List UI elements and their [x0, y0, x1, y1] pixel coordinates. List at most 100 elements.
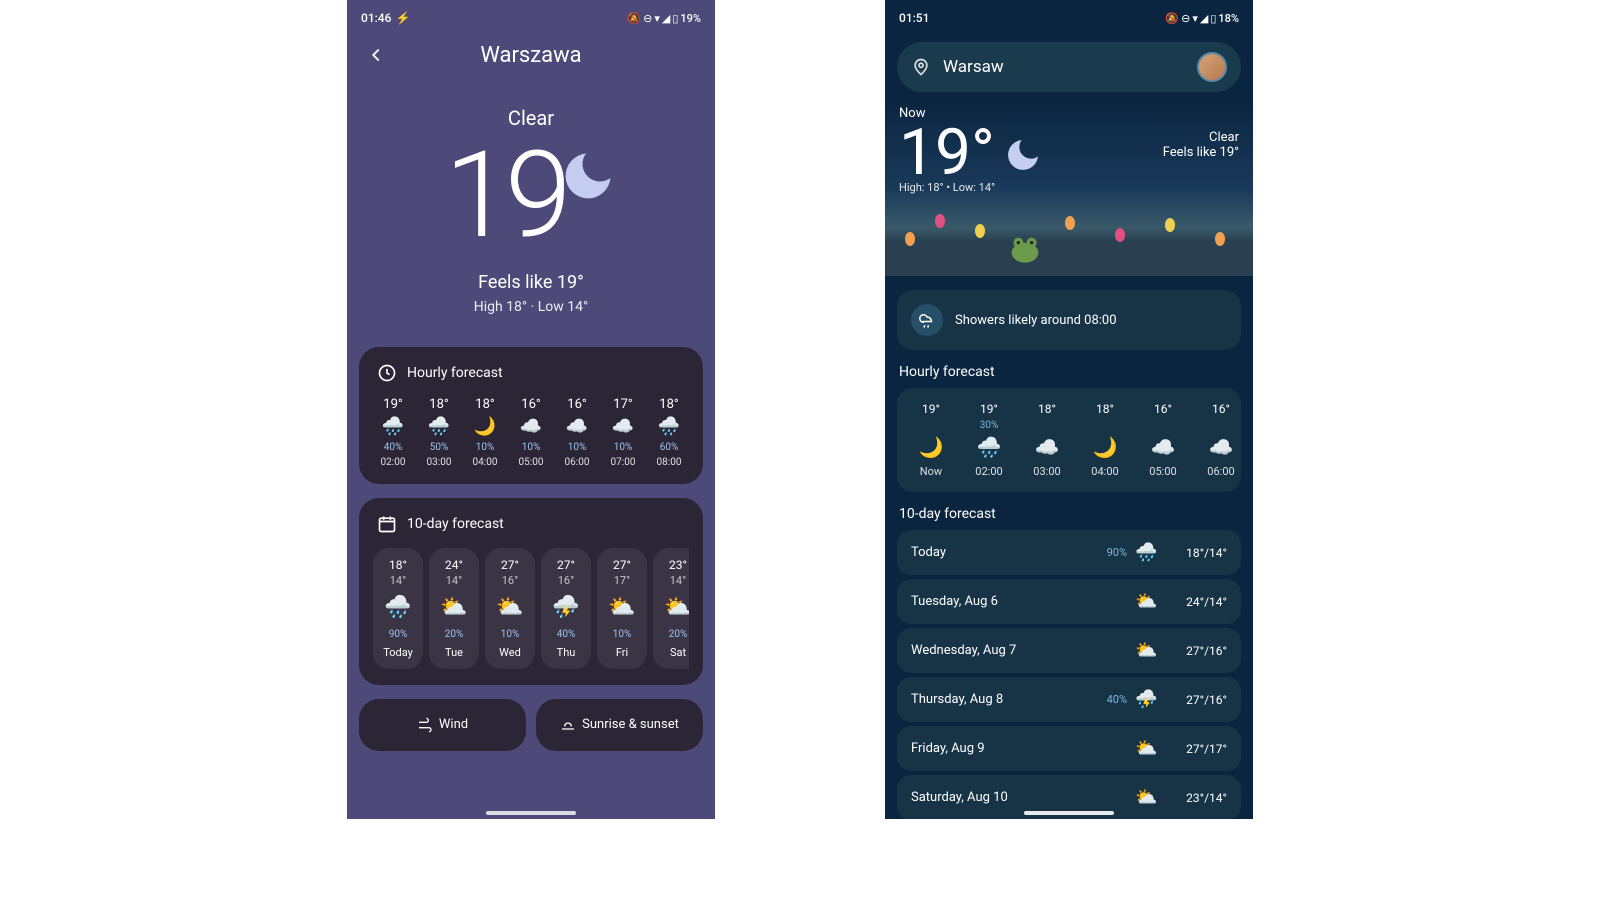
weather-icon: ☁️ [1035, 435, 1060, 459]
hour-time: 02:00 [975, 465, 1002, 478]
day-column[interactable]: 27° 17° ⛅ 10% Fri [597, 548, 647, 669]
weather-icon: ⛅ [496, 595, 523, 621]
day-column[interactable]: 27° 16° ⛅ 10% Wed [485, 548, 535, 669]
daily-row[interactable]: Today 90% 🌧️ 18°/14° [897, 530, 1241, 575]
day-low: 17° [614, 574, 630, 587]
home-indicator[interactable] [1024, 811, 1114, 815]
hour-temp: 18° [1038, 402, 1056, 416]
hour-time: 06:00 [1207, 465, 1234, 478]
hour-column[interactable]: 16° ☁️ 10% 06:00 [557, 397, 597, 468]
daily-forecast-list[interactable]: Today 90% 🌧️ 18°/14°Tuesday, Aug 6 ⛅ 24°… [897, 530, 1241, 819]
hero-temp: 19° [899, 121, 995, 185]
hour-column[interactable]: 18° ☁️ 03:00 [1021, 402, 1073, 478]
hourly-forecast-card[interactable]: Hourly forecast 19° 🌧️ 40% 02:0018° 🌧️ 5… [359, 347, 703, 484]
weather-icon: ☁️ [1151, 435, 1176, 459]
avatar[interactable] [1197, 52, 1227, 82]
hour-column[interactable]: 18° 🌙 10% 04:00 [465, 397, 505, 468]
hour-column[interactable]: 16° ☁️ 06:00 [1195, 402, 1241, 478]
weather-icon: 🌧️ [977, 435, 1002, 459]
hour-temp: 17° [613, 397, 632, 412]
current-weather: Clear 19 Feels like 19° High 18° · Low 1… [347, 78, 715, 333]
hour-column[interactable]: 19° 🌧️ 40% 02:00 [373, 397, 413, 468]
precip-chance: 20% [445, 629, 464, 640]
hour-time: Now [920, 465, 942, 478]
day-name: Friday, Aug 9 [911, 741, 1101, 756]
weather-alert[interactable]: Showers likely around 08:00 [897, 290, 1241, 350]
precip-chance: 40% [1101, 693, 1127, 706]
weather-icon: 🌧️ [658, 416, 680, 438]
dnd-icon: ⊖ [643, 12, 652, 25]
daily-row[interactable]: Friday, Aug 9 ⛅ 27°/17° [897, 726, 1241, 771]
day-column[interactable]: 27° 16° ⛈️ 40% Thu [541, 548, 591, 669]
hour-time: 03:00 [1033, 465, 1060, 478]
location-pin-icon [911, 57, 931, 77]
sunrise-icon [560, 717, 576, 733]
hero-feels-like: Feels like 19° [1163, 145, 1239, 160]
precip-chance: 30% [980, 420, 999, 431]
weather-icon: 🌧️ [384, 595, 411, 621]
status-time: 01:46 [361, 11, 391, 25]
daily-row[interactable]: Thursday, Aug 8 40% ⛈️ 27°/16° [897, 677, 1241, 722]
hour-column[interactable]: 18° 🌧️ 50% 03:00 [419, 397, 459, 468]
day-name: Wednesday, Aug 7 [911, 643, 1101, 658]
day-name: Saturday, Aug 10 [911, 790, 1101, 805]
day-hilo: 27°/17° [1175, 742, 1227, 756]
hour-column[interactable]: 16° ☁️ 05:00 [1137, 402, 1189, 478]
hour-time: 04:00 [473, 457, 498, 468]
city-title: Warszawa [347, 43, 715, 68]
weather-icon: ⛅ [664, 595, 689, 621]
hour-time: 04:00 [1091, 465, 1118, 478]
home-indicator[interactable] [486, 811, 576, 815]
precip-chance: 10% [501, 629, 520, 640]
rain-icon [918, 311, 936, 329]
hour-temp: 16° [1212, 402, 1230, 416]
alert-text: Showers likely around 08:00 [955, 313, 1117, 328]
hour-temp: 19° [980, 402, 998, 416]
hour-column[interactable]: 19° 🌙 Now [905, 402, 957, 478]
hourly-title: Hourly forecast [407, 365, 503, 381]
hourly-forecast-card[interactable]: 19° 🌙 Now19° 30% 🌧️ 02:0018° ☁️ 03:0018°… [897, 388, 1241, 492]
hour-temp: 19° [383, 397, 402, 412]
day-high: 18° [389, 558, 407, 572]
weather-icon: 🌧️ [1135, 542, 1157, 563]
sunrise-card[interactable]: Sunrise & sunset [536, 699, 703, 751]
hour-column[interactable]: 18° 🌧️ 60% 08:00 [649, 397, 689, 468]
precip-chance: 10% [614, 442, 633, 453]
hero-hilo: High: 18° • Low: 14° [899, 181, 1239, 194]
phone-left: 01:46 ⚡ 🔕 ⊖ ▾ ◢ ▯ 19% Warszawa Clear 19 … [347, 0, 715, 819]
hour-column[interactable]: 19° 30% 🌧️ 02:00 [963, 402, 1015, 478]
precip-chance: 50% [430, 442, 449, 453]
hour-column[interactable]: 16° ☁️ 10% 05:00 [511, 397, 551, 468]
day-hilo: 27°/16° [1175, 693, 1227, 707]
hour-time: 02:00 [381, 457, 406, 468]
feels-like: Feels like 19° [347, 272, 715, 293]
weather-icon: ⛅ [1135, 787, 1157, 808]
day-column[interactable]: 23° 14° ⛅ 20% Sat [653, 548, 689, 669]
battery-pct: 19% [680, 12, 701, 25]
wind-card[interactable]: Wind [359, 699, 526, 751]
hourly-title: Hourly forecast [899, 364, 1239, 380]
daily-row[interactable]: Wednesday, Aug 7 ⛅ 27°/16° [897, 628, 1241, 673]
mute-icon: 🔕 [627, 12, 641, 25]
hero-condition: Clear [1163, 130, 1239, 145]
wind-label: Wind [439, 717, 468, 732]
day-name: Today [383, 646, 413, 659]
signal-icon: ◢ [662, 12, 670, 25]
search-bar[interactable]: Warsaw [897, 42, 1241, 92]
daily-row[interactable]: Tuesday, Aug 6 ⛅ 24°/14° [897, 579, 1241, 624]
day-column[interactable]: 24° 14° ⛅ 20% Tue [429, 548, 479, 669]
hour-temp: 18° [475, 397, 494, 412]
hour-column[interactable]: 17° ☁️ 10% 07:00 [603, 397, 643, 468]
precip-chance: 10% [476, 442, 495, 453]
high-low: High 18° · Low 14° [347, 299, 715, 315]
weather-icon: ⛅ [1135, 738, 1157, 759]
daily-forecast-card[interactable]: 10-day forecast 18° 14° 🌧️ 90% Today24° … [359, 498, 703, 685]
day-hilo: 18°/14° [1175, 546, 1227, 560]
day-column[interactable]: 18° 14° 🌧️ 90% Today [373, 548, 423, 669]
hour-time: 05:00 [1149, 465, 1176, 478]
weather-icon: ⛈️ [1135, 689, 1157, 710]
hour-column[interactable]: 18° 🌙 04:00 [1079, 402, 1131, 478]
hour-temp: 18° [429, 397, 448, 412]
status-time: 01:51 [899, 11, 929, 25]
weather-icon: ☁️ [1209, 435, 1234, 459]
